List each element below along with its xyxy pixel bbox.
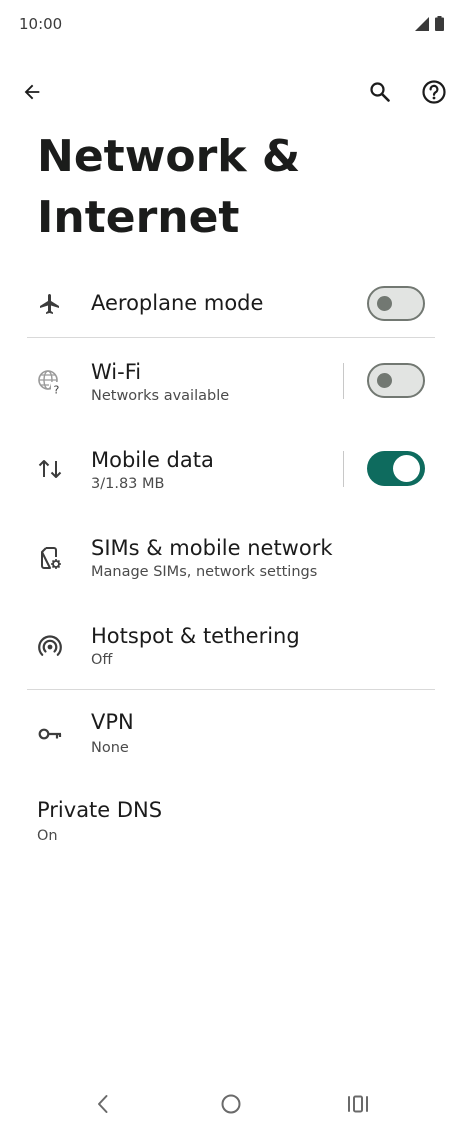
wifi-separator: [343, 363, 344, 399]
data-arrows-icon: [37, 456, 63, 482]
status-time: 10:00: [19, 15, 63, 33]
wifi-switch[interactable]: [367, 363, 425, 398]
nav-home-icon: [221, 1094, 241, 1114]
page-title-line2: Internet: [37, 192, 240, 243]
nav-recents-icon: [348, 1095, 368, 1113]
nav-home-button[interactable]: [216, 1089, 246, 1119]
private-dns-subtitle: On: [37, 828, 58, 844]
setting-aeroplane-mode[interactable]: Aeroplane mode: [0, 270, 462, 338]
wifi-subtitle: Networks available: [91, 388, 230, 404]
back-button[interactable]: [12, 72, 52, 112]
setting-wifi[interactable]: ? Wi-Fi Networks available: [0, 350, 462, 416]
divider: [27, 689, 435, 690]
setting-mobile-data[interactable]: Mobile data 3/1.83 MB: [0, 438, 462, 504]
mobile-data-switch[interactable]: [367, 451, 425, 486]
sims-subtitle: Manage SIMs, network settings: [91, 564, 318, 580]
nav-back-button[interactable]: [88, 1089, 118, 1119]
help-icon: [422, 80, 446, 104]
mobile-data-title: Mobile data: [91, 448, 214, 472]
aeroplane-mode-switch[interactable]: [367, 286, 425, 321]
setting-vpn[interactable]: VPN None: [0, 702, 462, 768]
wifi-title: Wi-Fi: [91, 360, 142, 384]
setting-sims[interactable]: SIMs & mobile network Manage SIMs, netwo…: [0, 526, 462, 592]
vpn-subtitle: None: [91, 740, 129, 756]
status-bar: 10:00: [0, 0, 462, 48]
wifi-globe-icon: ?: [37, 369, 63, 395]
nav-recents-button[interactable]: [343, 1089, 373, 1119]
hotspot-icon: [37, 633, 63, 659]
vpn-title: VPN: [91, 710, 134, 734]
setting-private-dns[interactable]: Private DNS On: [0, 790, 462, 856]
svg-text:?: ?: [54, 384, 60, 396]
page-title: Network & Internet: [37, 126, 437, 248]
aeroplane-mode-title: Aeroplane mode: [91, 291, 264, 315]
battery-icon: [435, 16, 444, 31]
divider: [27, 337, 435, 338]
navigation-bar: [0, 1075, 462, 1129]
key-icon: [37, 721, 63, 747]
nav-back-icon: [98, 1095, 108, 1113]
sim-settings-icon: [37, 545, 63, 571]
private-dns-title: Private DNS: [37, 798, 163, 822]
hotspot-title: Hotspot & tethering: [91, 624, 300, 648]
status-icons: [415, 16, 444, 31]
airplane-icon: [37, 291, 63, 317]
mobile-data-separator: [343, 451, 344, 487]
help-button[interactable]: [414, 72, 454, 112]
search-button[interactable]: [360, 72, 400, 112]
search-icon: [370, 82, 390, 102]
setting-hotspot[interactable]: Hotspot & tethering Off: [0, 614, 462, 680]
hotspot-subtitle: Off: [91, 652, 113, 668]
mobile-data-subtitle: 3/1.83 MB: [91, 476, 165, 492]
back-arrow-icon: [24, 84, 40, 100]
signal-icon: [415, 16, 429, 31]
sims-title: SIMs & mobile network: [91, 536, 333, 560]
page-title-line1: Network &: [37, 131, 301, 182]
